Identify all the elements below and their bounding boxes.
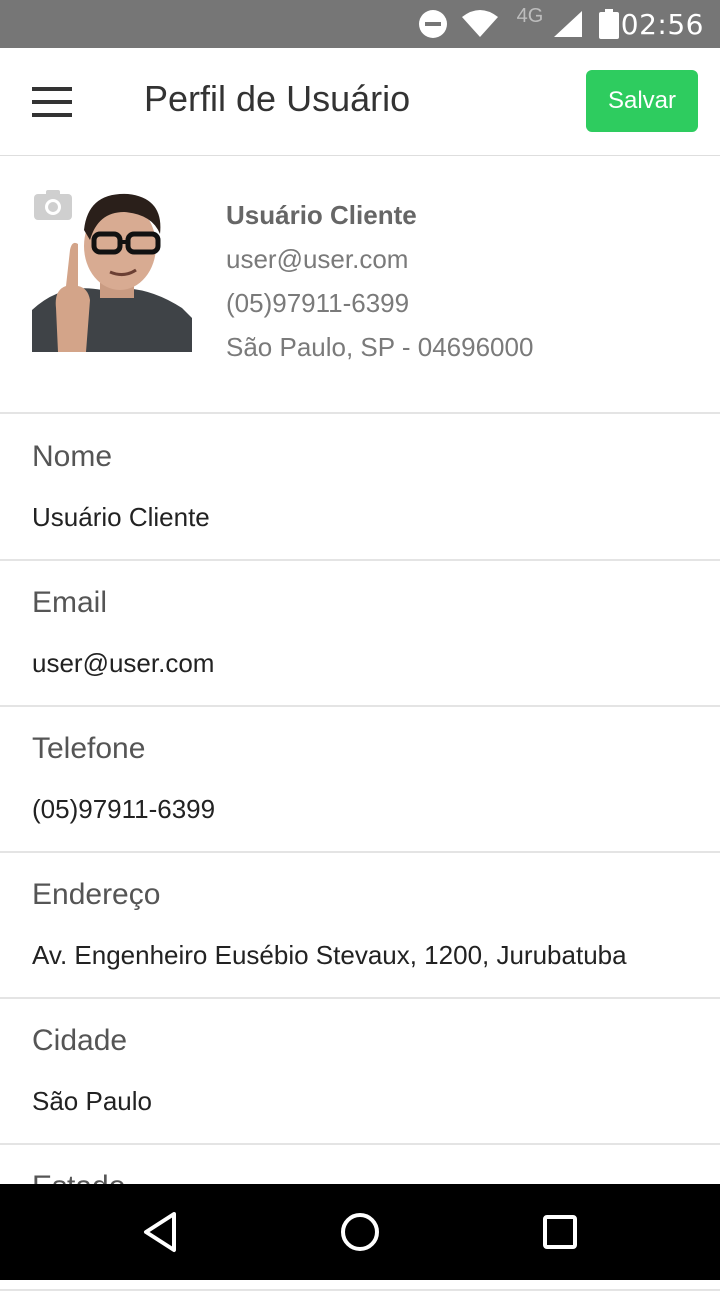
field-nome[interactable]: Nome Usuário Cliente: [0, 414, 720, 561]
field-value[interactable]: Usuário Cliente: [32, 502, 210, 533]
clock: 02:56: [620, 7, 704, 41]
navigation-bar: [0, 1184, 720, 1280]
save-button[interactable]: Salvar: [586, 70, 698, 132]
field-label: Email: [32, 586, 108, 619]
profile-name: Usuário Cliente: [226, 200, 417, 230]
home-icon[interactable]: [320, 1202, 400, 1262]
field-telefone[interactable]: Telefone (05)97911-6399: [0, 706, 720, 853]
profile-summary: Usuário Cliente user@user.com (05)97911-…: [0, 156, 720, 414]
field-value[interactable]: (05)97911-6399: [32, 794, 215, 825]
field-value[interactable]: Av. Engenheiro Eusébio Stevaux, 1200, Ju…: [32, 940, 627, 971]
app-bar: Perfil de Usuário Salvar: [0, 48, 720, 156]
field-value[interactable]: user@user.com: [32, 648, 214, 679]
profile-phone: (05)97911-6399: [226, 288, 410, 318]
hamburger-menu-icon[interactable]: [20, 76, 84, 128]
field-value[interactable]: São Paulo: [32, 1086, 152, 1117]
field-cidade[interactable]: Cidade São Paulo: [0, 998, 720, 1145]
field-label: Cidade: [32, 1024, 128, 1057]
profile-location: São Paulo, SP - 04696000: [226, 332, 534, 362]
field-email[interactable]: Email user@user.com: [0, 560, 720, 707]
camera-icon[interactable]: [34, 190, 72, 220]
field-label: Telefone: [32, 732, 146, 765]
network-type-label: 4G: [516, 4, 544, 27]
wifi-icon: [458, 0, 502, 48]
field-label: Nome: [32, 440, 113, 473]
field-label: Endereço: [32, 878, 161, 911]
battery-icon: [596, 0, 622, 48]
signal-icon: [550, 0, 586, 48]
recents-icon[interactable]: [520, 1202, 600, 1262]
back-icon[interactable]: [120, 1202, 200, 1262]
field-endereco[interactable]: Endereço Av. Engenheiro Eusébio Stevaux,…: [0, 852, 720, 999]
profile-email: user@user.com: [226, 244, 409, 274]
page-title: Perfil de Usuário: [144, 78, 411, 119]
do-not-disturb-icon: [416, 0, 450, 48]
status-bar: 4G 02:56: [0, 0, 720, 48]
